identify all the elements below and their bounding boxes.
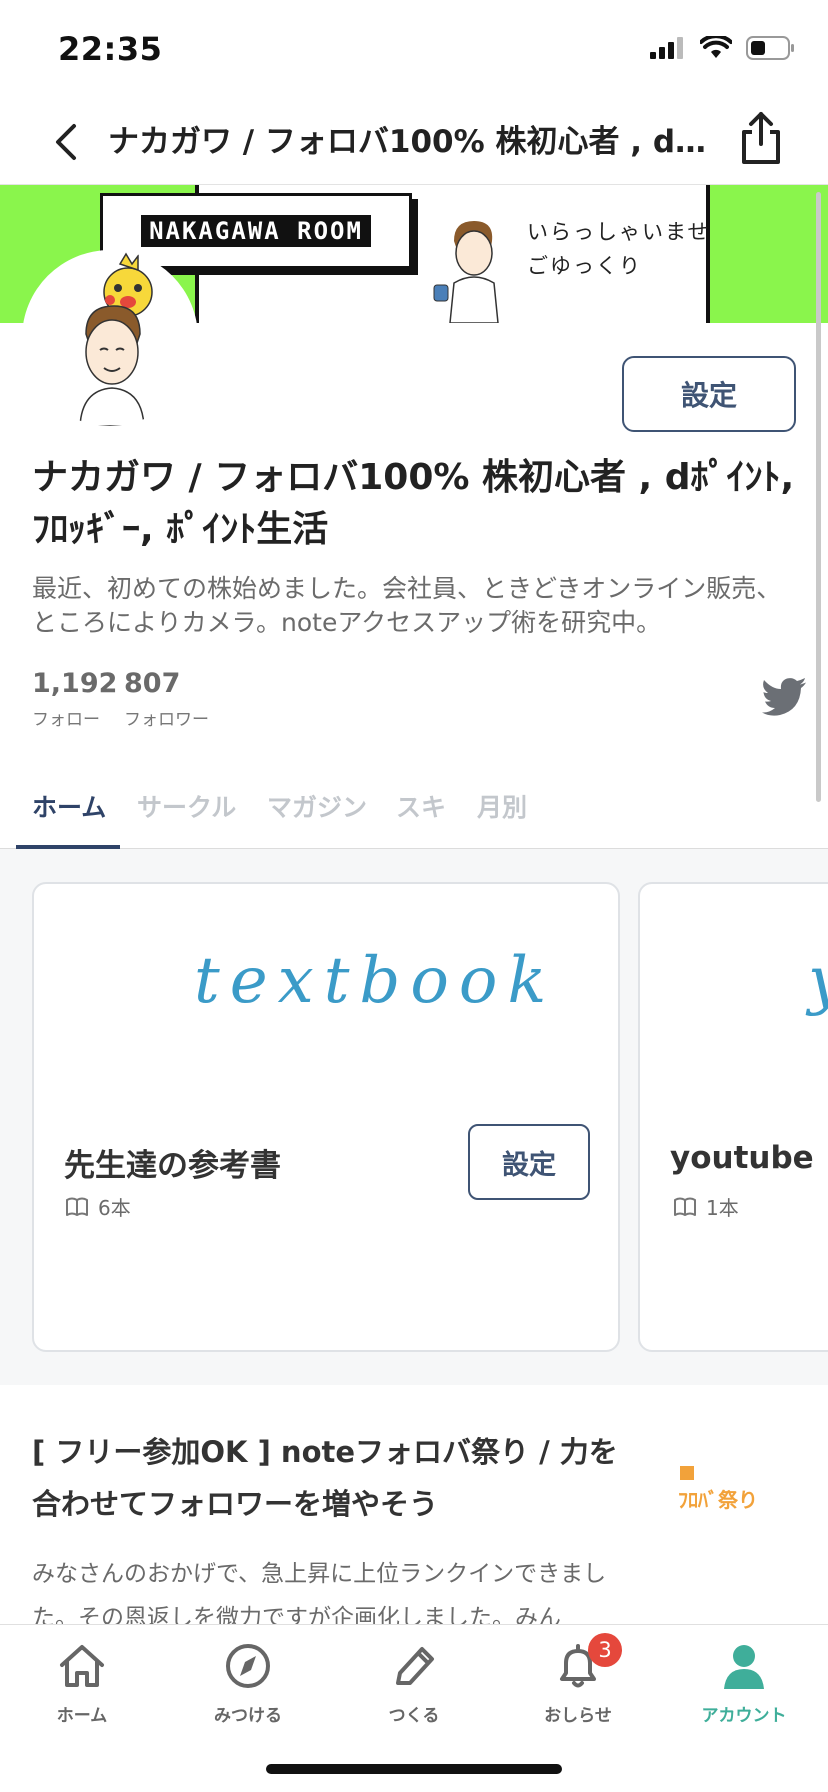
magazine-count-text: 6本 [98,1196,131,1220]
magazine-count: 1本 [674,1192,739,1221]
twitter-icon[interactable] [762,678,806,716]
profile-tabs: ホーム サークル マガジン スキ 月別 [0,780,828,850]
status-time: 22:35 [58,30,163,68]
book-icon [674,1197,696,1216]
article-thumbnail[interactable]: ﾌﾛﾊﾞ祭り [666,1430,796,1560]
notification-badge: 3 [588,1633,622,1667]
bottom-tab-discover[interactable]: みつける [188,1641,308,1726]
scrollbar[interactable] [816,192,821,802]
magazine-title: youtube [670,1140,814,1176]
home-indicator [266,1764,562,1774]
banner-greeting-line1: いらっしゃいませ [527,220,711,244]
banner-greeting: いらっしゃいませ ごゆっくり [527,215,710,283]
follower-stat[interactable]: 807 フォロワー [124,668,209,730]
magazine-card[interactable]: y youtube 1本 [638,882,828,1352]
profile-bio: 最近、初めての株始めました。会社員、ときどきオンライン販売、ところによりカメラ。… [32,574,782,637]
avatar-illustration [79,252,153,426]
magazine-cover-text: y [808,944,828,1018]
bottom-tab-create[interactable]: つくる [354,1641,474,1726]
account-icon [724,1645,764,1689]
banner-character-illustration [433,221,499,323]
bottom-tab-label: つくる [388,1706,440,1726]
follower-count: 807 [124,668,181,699]
battery-icon [746,36,794,60]
magazine-count: 6本 [66,1192,131,1221]
home-icon [60,1645,104,1687]
magazine-card[interactable]: textbook 先生達の参考書 6本 設定 [32,882,620,1352]
pencil-icon [396,1647,434,1685]
profile-settings-button[interactable]: 設定 [622,356,796,432]
magazine-settings-button[interactable]: 設定 [468,1124,590,1200]
compass-icon [226,1644,270,1688]
bottom-tab-label: ホーム [56,1706,108,1726]
bottom-tab-account[interactable]: アカウント [684,1641,804,1726]
banner-logo-text: NAKAGAWA ROOM [141,215,371,247]
tab-circle[interactable]: サークル [137,788,236,824]
follow-stat[interactable]: 1,192 フォロー [32,668,117,730]
bottom-tab-label: みつける [214,1706,282,1726]
tab-likes[interactable]: スキ [396,788,446,824]
profile-name: ナカガワ / フォロバ100% 株初心者 , dﾎﾟｲﾝﾄ, ﾌﾛｯｷﾞｰ, ﾎ… [32,457,795,550]
thumbnail-square-mark [680,1466,694,1480]
status-icons [650,36,796,60]
magazine-count-text: 1本 [706,1196,739,1220]
bottom-tab-label: おしらせ [544,1706,612,1726]
thumbnail-text: ﾌﾛﾊﾞ祭り [678,1488,758,1512]
navigation-bar: ナカガワ / フォロバ100% 株初心者 , d... [0,96,828,186]
tab-home[interactable]: ホーム [32,788,106,824]
share-icon[interactable] [738,110,784,166]
bottom-tab-home[interactable]: ホーム [22,1641,142,1726]
signal-icon [650,37,683,59]
banner-greeting-line2: ごゆっくり [527,254,642,278]
tab-magazine[interactable]: マガジン [267,788,367,824]
magazine-cover-text: textbook [194,944,557,1018]
article-title[interactable]: [ フリー参加OK ] noteフォロバ祭り / 力を合わせてフォロワーを増やそ… [32,1426,632,1530]
tab-monthly[interactable]: 月別 [477,788,527,824]
book-icon [66,1197,88,1216]
follow-label: フォロー [32,710,100,730]
nav-title: ナカガワ / フォロバ100% 株初心者 , d... [108,124,708,160]
follow-count: 1,192 [32,668,118,699]
back-chevron-icon[interactable] [44,118,92,166]
magazine-title: 先生達の参考書 [64,1148,281,1184]
bottom-tab-notifications[interactable]: 3 おしらせ [518,1633,638,1726]
avatar[interactable] [22,250,198,426]
wifi-icon [700,36,732,58]
follower-label: フォロワー [124,710,209,730]
bottom-tab-label: アカウント [701,1706,787,1726]
